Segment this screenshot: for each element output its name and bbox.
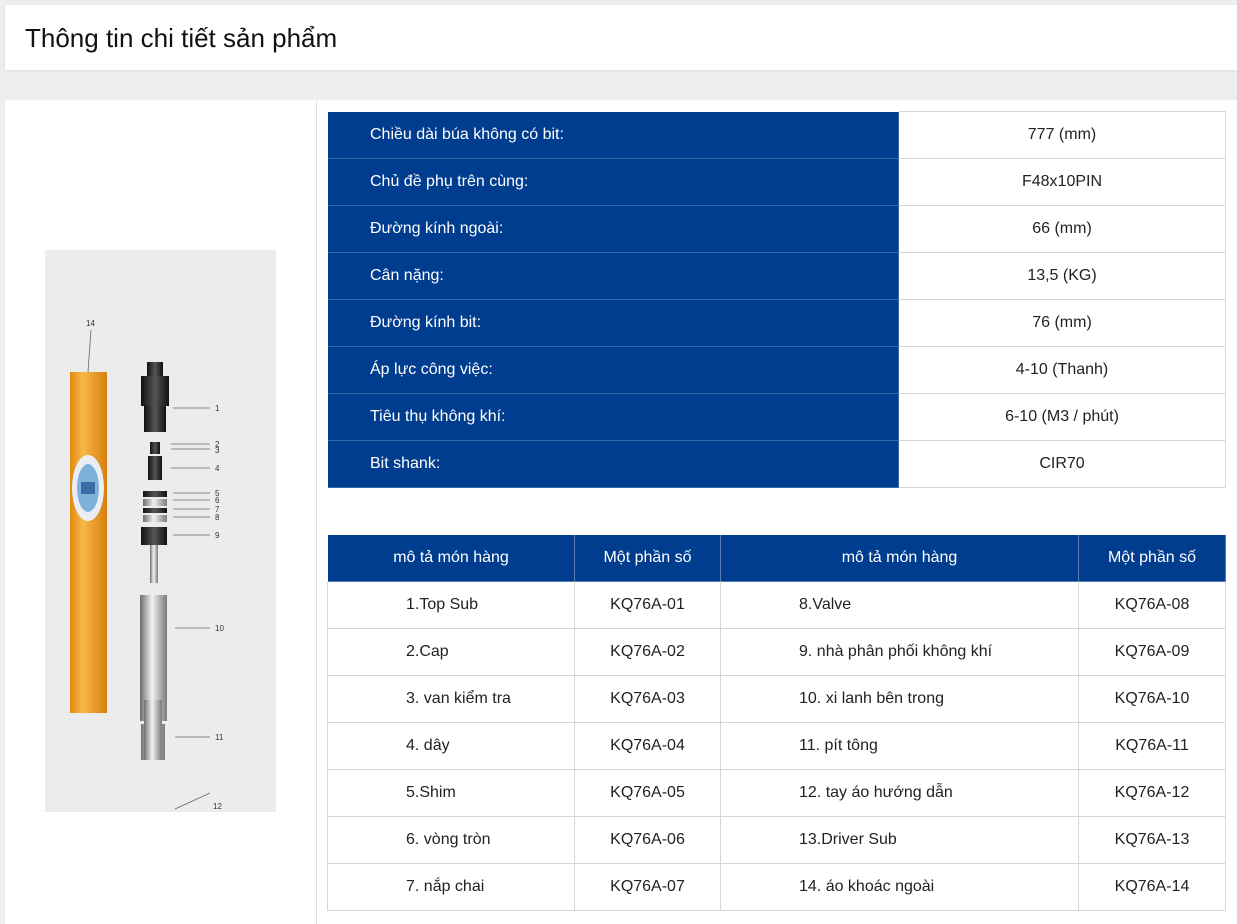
header-description-2: mô tả món hàng [720,534,1079,582]
part-label-9: 9 [215,531,220,540]
part-description: 14. áo khoác ngoài [720,863,1079,911]
title-bar: Thông tin chi tiết sản phẩm [5,5,1237,70]
parts-table: mô tả món hàng Một phần số mô tả món hàn… [327,534,1226,911]
spec-value: 13,5 (KG) [898,252,1226,300]
spec-label: Áp lực công việc: [327,346,899,394]
outer-tube-label: 14 [86,319,95,328]
part-number: KQ76A-10 [1078,675,1226,723]
spec-row: Đường kính bit: 76 (mm) [327,299,1226,347]
part-description: 7. nắp chai [327,863,575,911]
spec-row: Cân nặng: 13,5 (KG) [327,252,1226,300]
hammer-diagram-svg: 14 1 2 3 4 5 6 7 8 9 10 11 12 [70,319,252,895]
part-description: 9. nhà phân phối không khí [720,628,1079,676]
part-description: 8.Valve [720,581,1079,629]
spec-value: 66 (mm) [898,205,1226,253]
table-row: 4. dây KQ76A-04 11. pít tông KQ76A-11 [327,722,1226,770]
spec-label: Đường kính ngoài: [327,205,899,253]
part-number: KQ76A-01 [574,581,721,629]
spec-row: Tiêu thụ không khí: 6-10 (M3 / phút) [327,393,1226,441]
part-description: 13.Driver Sub [720,816,1079,864]
part-number: KQ76A-04 [574,722,721,770]
part-description: 12. tay áo hướng dẫn [720,769,1079,817]
spec-label: Tiêu thụ không khí: [327,393,899,441]
part-description: 11. pít tông [720,722,1079,770]
header-part-number-2: Một phần số [1078,534,1226,582]
header-description-1: mô tả món hàng [327,534,575,582]
part-label-3: 3 [215,446,220,455]
spec-row: Chủ đề phụ trên cùng: F48x10PIN [327,158,1226,206]
part-number: KQ76A-02 [574,628,721,676]
spec-row: Chiều dài búa không có bit: 777 (mm) [327,111,1226,159]
part-description: 3. van kiểm tra [327,675,575,723]
part-number: KQ76A-07 [574,863,721,911]
part-description: 10. xi lanh bên trong [720,675,1079,723]
part-number: KQ76A-13 [1078,816,1226,864]
part-label-11: 11 [215,733,224,742]
part-number: KQ76A-08 [1078,581,1226,629]
spec-value: 6-10 (M3 / phút) [898,393,1226,441]
outer-tube: 14 [70,319,107,713]
part-description: 5.Shim [327,769,575,817]
parts-header-row: mô tả món hàng Một phần số mô tả món hàn… [327,534,1226,582]
spec-value: 76 (mm) [898,299,1226,347]
spec-value: 4-10 (Thanh) [898,346,1226,394]
page-title: Thông tin chi tiết sản phẩm [25,23,338,53]
part-number: KQ76A-14 [1078,863,1226,911]
header-part-number-1: Một phần số [574,534,721,582]
hammer-exploded-diagram: 14 1 2 3 4 5 6 7 8 9 10 11 12 [45,250,276,895]
part-description: 6. vòng tròn [327,816,575,864]
spec-label: Cân nặng: [327,252,899,300]
spec-row: Đường kính ngoài: 66 (mm) [327,205,1226,253]
part-label-10: 10 [215,624,224,633]
table-row: 6. vòng tròn KQ76A-06 13.Driver Sub KQ76A-1… [327,816,1226,864]
part-number: KQ76A-03 [574,675,721,723]
part-label-6: 6 [215,496,220,505]
spec-label: Bit shank: [327,440,899,488]
part-number: KQ76A-05 [574,769,721,817]
product-details-panel: 14 1 2 3 4 5 6 7 8 9 10 11 12 Chiều dài … [5,100,1237,924]
spec-label: Đường kính bit: [327,299,899,347]
table-row: 3. van kiểm tra KQ76A-03 10. xi lanh bên t… [327,675,1226,723]
table-row: 5.Shim KQ76A-05 12. tay áo hướng dẫn KQ76A-… [327,769,1226,817]
part-number: KQ76A-06 [574,816,721,864]
part-number: KQ76A-12 [1078,769,1226,817]
table-row: 7. nắp chai KQ76A-07 14. áo khoác ngoài KQ7… [327,863,1226,911]
part-label-12: 12 [213,802,222,811]
spec-value: CIR70 [898,440,1226,488]
product-image-panel: 14 1 2 3 4 5 6 7 8 9 10 11 12 [5,100,317,924]
spec-label: Chiều dài búa không có bit: [327,111,899,159]
part-description: 4. dây [327,722,575,770]
part-label-4: 4 [215,464,220,473]
spec-row: Áp lực công việc: 4-10 (Thanh) [327,346,1226,394]
part-number: KQ76A-11 [1078,722,1226,770]
table-row: 1.Top Sub KQ76A-01 8.Valve KQ76A-08 [327,581,1226,629]
spec-value: F48x10PIN [898,158,1226,206]
spec-value: 777 (mm) [898,111,1226,159]
part-label-8: 8 [215,513,220,522]
spec-table: Chiều dài búa không có bit: 777 (mm) Chủ đ… [327,111,1226,488]
part-description: 1.Top Sub [327,581,575,629]
spec-label: Chủ đề phụ trên cùng: [327,158,899,206]
spec-row: Bit shank: CIR70 [327,440,1226,488]
part-description: 2.Cap [327,628,575,676]
part-number: KQ76A-09 [1078,628,1226,676]
part-label-1: 1 [215,404,220,413]
table-row: 2.Cap KQ76A-02 9. nhà phân phối không khí K… [327,628,1226,676]
